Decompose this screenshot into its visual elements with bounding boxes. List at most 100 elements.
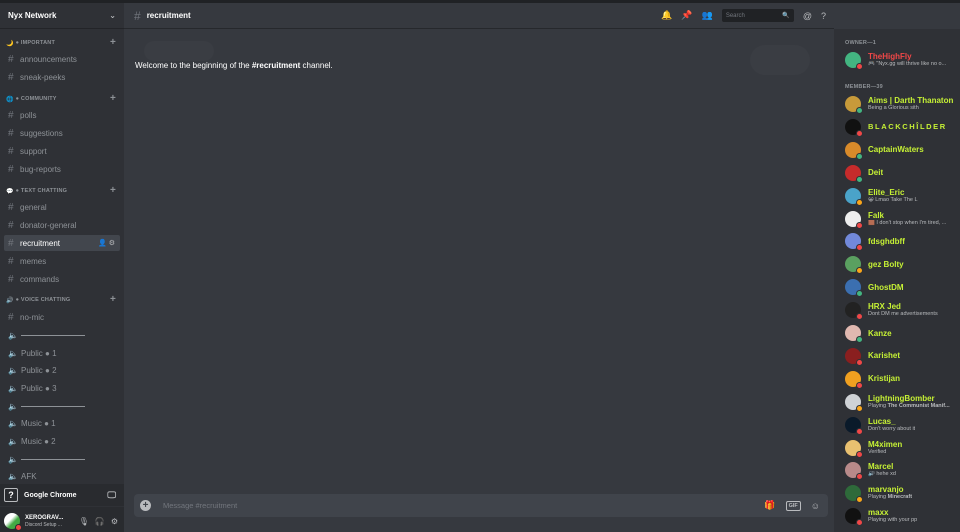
voice-channel-public-3[interactable]: 🔈 Public ● 3 [4,380,120,396]
speaker-icon: 🔈 [8,348,18,358]
hash-icon: # [8,311,14,323]
add-channel-icon[interactable]: + [110,184,116,198]
speaker-icon: 🔈 [8,471,18,481]
search-placeholder: Search [725,12,745,19]
member-status: 🟫 I don't stop when I'm tired, ... [868,219,947,226]
members-icon[interactable]: 👥 [702,10,713,21]
member-status: Don't worry about it [868,425,916,432]
hash-icon: # [8,163,14,175]
status-dot [856,175,863,183]
member-row[interactable]: fdsghdbff [845,230,960,252]
member-row[interactable]: Karishet [845,345,960,367]
avatar [845,187,863,206]
add-channel-icon[interactable]: + [110,293,116,307]
add-channel-icon[interactable]: + [110,36,116,50]
background-decoration [144,41,214,61]
member-status: Being a Glorious sith [868,105,919,111]
headphones-icon[interactable]: 🎧 [95,517,105,526]
channel-commands[interactable]: # commands [4,271,120,287]
gear-icon[interactable]: ⚙ [109,240,115,247]
member-row[interactable]: Falk 🟫 I don't stop when I'm tired, ... [845,208,960,230]
member-row[interactable]: Kristijan [845,368,960,390]
gif-icon[interactable]: GIF [785,500,801,511]
member-row[interactable]: Deit [845,162,960,184]
member-row[interactable]: M4ximen Verified [845,437,960,459]
member-row[interactable]: gez Bolty [845,253,960,275]
status-prefix: Playing [868,494,888,501]
channel-memes[interactable]: # memes [4,253,120,269]
channel-label: memes [20,256,47,266]
emoji-icon[interactable]: ☺ [811,501,820,511]
gear-icon[interactable]: ⚙ [111,517,118,526]
channel-recruitment[interactable]: # recruitment 👤 ⚙ [4,235,120,251]
category-important[interactable]: 🌙 ● IMPORTANT + [0,36,124,50]
microphone-icon[interactable]: 🎙 [79,517,89,526]
channel-sneak-peeks[interactable]: # sneak-peeks [4,69,120,85]
voice-channel-music-2[interactable]: 🔈 Music ● 2 [4,433,120,449]
chevron-down-icon[interactable]: ⌄ [109,11,116,20]
member-row[interactable]: CaptainWaters [845,139,960,161]
status-game: The Communist Manif... [887,402,950,409]
channel-support[interactable]: # support [4,143,120,159]
voice-channel-divider[interactable]: 🔈 [4,451,120,467]
category-label: ● TEXT CHATTING [15,188,68,194]
member-row[interactable]: HRX Jed Dont DM me advertisements [845,299,960,321]
category-community[interactable]: 🌐 ● COMMUNITY + [0,92,124,106]
channel-suggestions[interactable]: # suggestions [4,125,120,141]
member-owner[interactable]: TheHighFly 🎮 "Nyx.gg will thrive like no… [845,49,960,71]
voice-channel-public-1[interactable]: 🔈 Public ● 1 [4,345,120,361]
bell-icon[interactable]: 🔔 [661,10,672,21]
speaker-icon: 🔈 [8,383,18,393]
channel-label: donator-general [20,220,77,230]
status-dot [856,290,863,298]
member-row[interactable]: Kanze [845,322,960,344]
hash-icon: # [8,255,14,267]
member-name: LightningBomber [868,393,935,403]
upload-plus-icon[interactable]: + [140,500,151,511]
search-input[interactable]: Search 🔍 [721,9,794,22]
voice-channel-divider[interactable]: 🔈 [4,327,120,343]
channel-polls[interactable]: # polls [4,107,120,123]
member-row[interactable]: BLACKCHÎLDER [845,116,960,138]
member-row[interactable]: marvanjo Playing Minecraft [845,482,960,504]
invite-icon[interactable]: 👤 [98,240,107,247]
voice-channel-afk[interactable]: 🔈 AFK [4,468,120,481]
channel-general[interactable]: # general [4,199,120,215]
channel-no-mic[interactable]: # no-mic [4,309,120,325]
member-row[interactable]: Aims | Darth Thanaton Being a Glorious si… [845,93,960,115]
message-input[interactable]: + Message #recruitment 🎁 GIF ☺ [134,494,828,517]
avatar[interactable] [4,513,22,531]
member-name: Falk [868,210,885,220]
member-row[interactable]: maxx Playing with your pp [845,505,960,527]
status-dot [856,198,863,206]
voice-channel-music-1[interactable]: 🔈 Music ● 1 [4,415,120,431]
category-text-chatting[interactable]: 💬 ● TEXT CHATTING + [0,184,124,198]
member-name: HRX Jed [868,302,901,312]
member-row[interactable]: Marcel 🔊 hehe xd [845,459,960,481]
speaker-icon: 🔈 [8,454,18,464]
member-row[interactable]: GhostDM [845,276,960,298]
add-channel-icon[interactable]: + [110,92,116,106]
avatar [845,325,863,343]
member-row[interactable]: Elite_Eric 😀 Lmao Take The L [845,185,960,207]
voice-channel-public-2[interactable]: 🔈 Public ● 2 [4,362,120,378]
channel-label: Music ● 1 [21,418,56,428]
member-header: MEMBER—39 [845,84,883,90]
avatar [845,416,863,435]
server-header[interactable]: Nyx Network ⌄ [0,3,124,29]
screen-share-icon[interactable]: 🖵 [107,490,116,501]
mention-icon[interactable]: @ [803,11,812,21]
member-row[interactable]: Lucas_ Don't worry about it [845,414,960,436]
pin-icon[interactable]: 📌 [681,10,692,21]
channel-announcements[interactable]: # announcements [4,51,120,67]
gift-icon[interactable]: 🎁 [764,500,775,511]
voice-channel-divider[interactable]: 🔈 [4,398,120,414]
hash-icon: # [8,127,14,139]
member-row[interactable]: LightningBomber Playing The Communist Man… [845,391,960,413]
channel-bug-reports[interactable]: # bug-reports [4,161,120,177]
member-name: Karishet [868,351,901,361]
channel-donator-general[interactable]: # donator-general [4,217,120,233]
category-voice-chatting[interactable]: 🔊 ● VOICE CHATTING + [0,293,124,307]
status-dot [856,427,863,435]
help-icon[interactable]: ? [821,11,826,21]
